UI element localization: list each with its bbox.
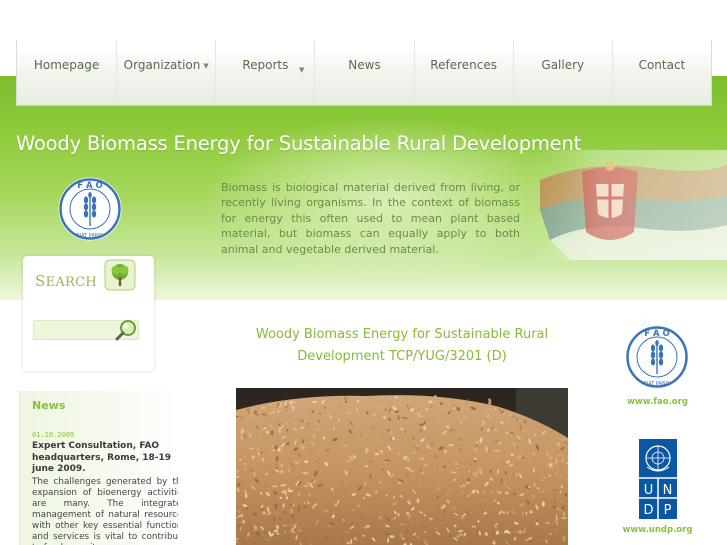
undp-link[interactable]: www.undp.org bbox=[610, 525, 705, 535]
nav-item-label: References bbox=[430, 57, 497, 72]
undp-letter-p: P bbox=[664, 503, 672, 518]
news-body: The challenges generated by the expansio… bbox=[32, 477, 178, 545]
wood-chip bbox=[477, 520, 480, 523]
wood-chip bbox=[485, 408, 490, 411]
undp-letter-n: N bbox=[663, 483, 673, 498]
leaf-tree-icon bbox=[104, 259, 136, 291]
nav-item-label: Homepage bbox=[33, 57, 100, 72]
nav-item-contact[interactable]: Contact bbox=[611, 40, 711, 105]
wood-chip bbox=[268, 437, 271, 440]
hero-description: Biomass is biological material derived f… bbox=[221, 181, 520, 256]
undp-letter-u: U bbox=[644, 483, 654, 498]
news-date: 01.10.2009 bbox=[32, 431, 75, 439]
nav-item-gallery[interactable]: Gallery bbox=[512, 40, 612, 105]
wood-chip bbox=[263, 511, 266, 515]
search-heading: SEARCH bbox=[35, 272, 98, 290]
wood-chip bbox=[416, 412, 420, 416]
nav-item-homepage[interactable]: Homepage bbox=[17, 40, 116, 105]
undp-letter-d: D bbox=[643, 503, 653, 518]
fao-logo-icon: F A O FIAT PANIS bbox=[58, 177, 122, 241]
svg-text:F A O: F A O bbox=[77, 181, 103, 191]
nav-item-news[interactable]: News bbox=[314, 40, 413, 105]
serbian-flag-icon bbox=[530, 150, 727, 260]
nav-item-label: Contact bbox=[638, 57, 686, 72]
nav-item-label: Organization bbox=[123, 57, 201, 72]
news-panel: News 01.10.2009 Expert Consultation, FAO… bbox=[19, 391, 178, 545]
wood-chip bbox=[495, 526, 497, 529]
chevron-down-icon: ▼ bbox=[299, 66, 305, 74]
nav-item-reports[interactable]: Reports ▼ bbox=[215, 40, 314, 105]
news-headline-link[interactable]: Expert Consultation, FAO headquarters, R… bbox=[32, 441, 174, 476]
nav-item-label: Gallery bbox=[541, 57, 585, 72]
svg-text:FIAT PANIS: FIAT PANIS bbox=[644, 381, 671, 387]
undp-logo-icon[interactable]: U N D P bbox=[639, 439, 677, 519]
svg-text:F A O: F A O bbox=[644, 329, 670, 339]
nav-item-label: News bbox=[348, 57, 381, 72]
wood-chip bbox=[386, 533, 391, 535]
news-heading: News bbox=[32, 399, 66, 412]
magnifier-icon[interactable] bbox=[115, 318, 139, 342]
wood-chips-photo bbox=[236, 388, 568, 545]
search-panel: SEARCH bbox=[23, 256, 154, 371]
main-nav: Homepage Organization ▼ Reports ▼ News R… bbox=[16, 40, 712, 106]
nav-item-label: Reports bbox=[242, 57, 289, 72]
page-title: Woody Biomass Energy for Sustainable Rur… bbox=[255, 327, 549, 364]
nav-item-organization[interactable]: Organization ▼ bbox=[116, 40, 215, 105]
svg-text:FIAT PANIS: FIAT PANIS bbox=[77, 233, 104, 239]
chevron-down-icon: ▼ bbox=[203, 61, 209, 70]
wood-chips-image bbox=[236, 388, 568, 545]
fao-link[interactable]: www.fao.org bbox=[610, 397, 705, 407]
nav-item-references[interactable]: References bbox=[413, 40, 513, 105]
fao-logo-icon[interactable]: F A O FIAT PANIS bbox=[624, 324, 690, 390]
